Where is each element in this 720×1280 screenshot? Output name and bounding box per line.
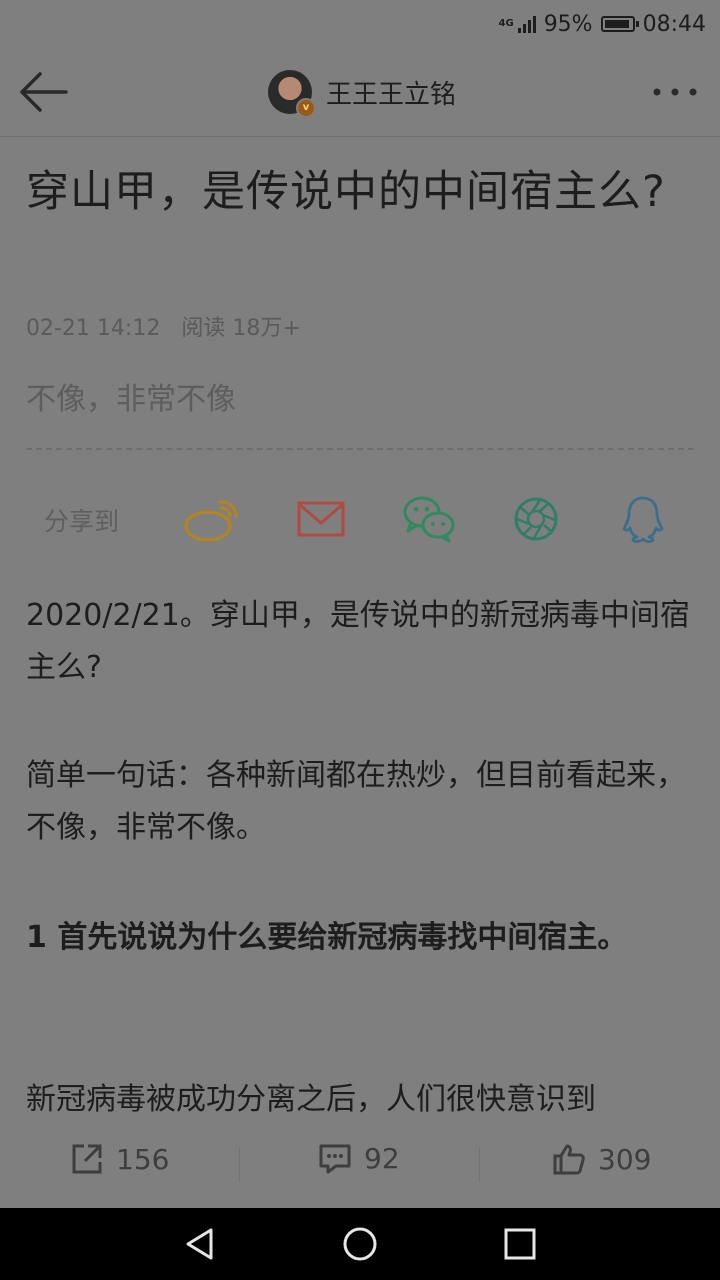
battery-percent: 95%	[543, 11, 593, 37]
article-summary: 不像，非常不像	[26, 382, 236, 417]
share-email-button[interactable]	[296, 494, 352, 544]
share-weibo-button[interactable]	[182, 494, 238, 544]
article-date: 02-21 14:12	[26, 316, 161, 341]
nav-back-button[interactable]	[182, 1226, 218, 1262]
repost-count: 156	[116, 1142, 170, 1176]
nav-home-button[interactable]	[342, 1226, 378, 1262]
article-paragraph: 简单一句话：各种新闻都在热炒，但目前看起来，不像，非常不像。	[26, 758, 686, 845]
square-recents-icon	[504, 1228, 536, 1260]
status-indicators: 4G 95% 08:44	[499, 8, 706, 40]
like-button[interactable]: 309	[552, 1142, 651, 1176]
share-qq-button[interactable]	[618, 494, 674, 544]
share-arrow-icon	[72, 1144, 102, 1174]
repost-button[interactable]: 156	[70, 1142, 169, 1176]
network-type: 4G	[498, 18, 514, 29]
dashed-divider	[26, 448, 694, 450]
like-count: 309	[598, 1142, 652, 1176]
qq-icon	[622, 496, 664, 543]
battery-icon	[600, 16, 639, 32]
comment-count: 92	[364, 1142, 400, 1175]
share-moments-button[interactable]	[510, 494, 566, 544]
moments-icon	[514, 497, 558, 541]
article-action-bar: 156 92 309	[0, 1124, 720, 1208]
circle-home-icon	[343, 1227, 377, 1261]
more-button[interactable]	[648, 74, 702, 110]
weibo-icon	[184, 500, 238, 542]
article-title: 穿山甲，是传说中的中间宿主么?	[26, 167, 666, 217]
article-meta: 02-21 14:12 阅读 18万+	[26, 310, 301, 342]
nav-recents-button[interactable]	[502, 1226, 538, 1262]
share-label: 分享到	[44, 507, 120, 536]
back-button[interactable]	[16, 68, 72, 116]
share-wechat-button[interactable]	[402, 494, 458, 544]
system-nav-bar	[0, 1208, 720, 1280]
verified-badge: v	[296, 98, 316, 118]
read-count: 阅读 18万+	[181, 316, 301, 341]
author-name[interactable]: 王王王立铭	[326, 74, 456, 111]
signal-icon	[517, 15, 536, 33]
footer-divider	[239, 1148, 240, 1182]
share-row: 分享到	[0, 488, 720, 552]
article-header-bar: v 王王王立铭	[0, 48, 720, 137]
article-paragraph: 2020/2/21。穿山甲，是传说中的新冠病毒中间宿主么?	[26, 598, 690, 685]
avatar[interactable]: v	[268, 70, 316, 118]
clock: 08:44	[642, 11, 706, 37]
status-bar: 4G 95% 08:44	[0, 0, 720, 48]
comment-button[interactable]: 92	[318, 1142, 400, 1175]
footer-divider	[479, 1148, 480, 1182]
article-paragraph: 新冠病毒被成功分离之后，人们很快意识到	[26, 1082, 596, 1117]
mail-icon	[297, 501, 345, 537]
back-arrow-icon	[20, 72, 68, 112]
wechat-icon	[403, 496, 455, 543]
thumbs-up-icon	[553, 1144, 585, 1175]
article-section-heading: 1 首先说说为什么要给新冠病毒找中间宿主。	[26, 920, 628, 955]
comment-icon	[319, 1144, 351, 1173]
author-info[interactable]: v 王王王立铭	[268, 70, 456, 118]
more-dots-icon	[653, 88, 697, 96]
triangle-back-icon	[186, 1228, 213, 1260]
